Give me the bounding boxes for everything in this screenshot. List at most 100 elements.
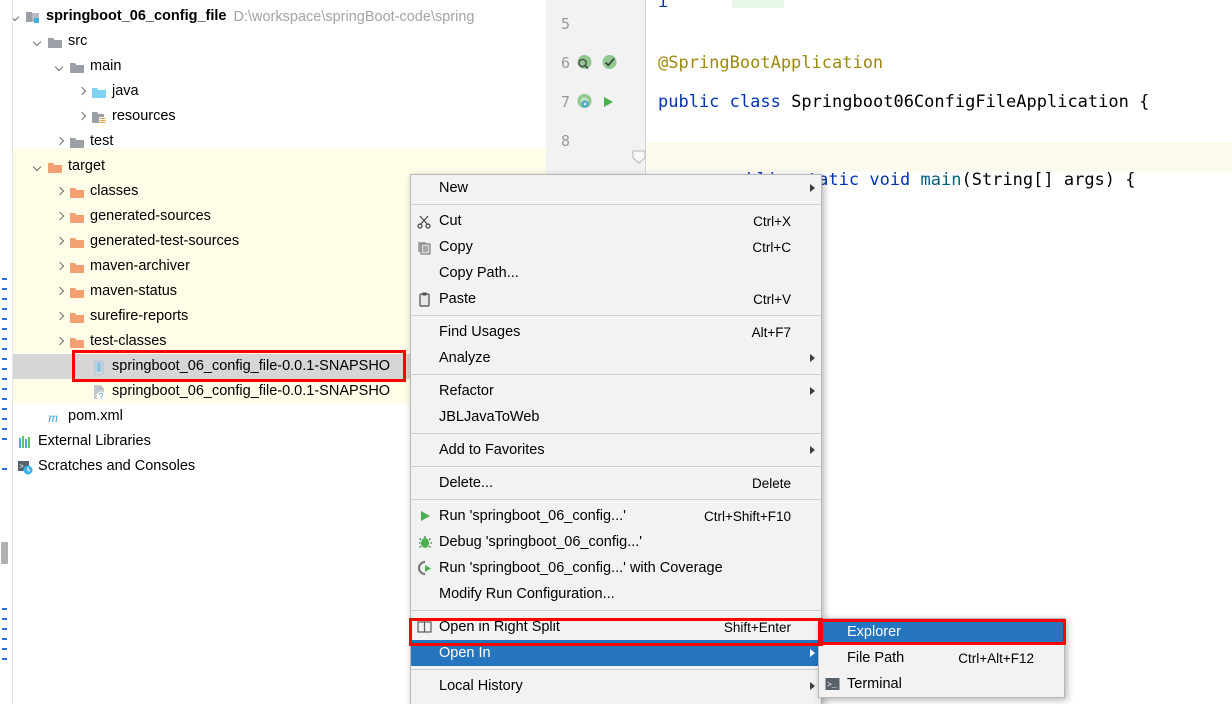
run-green-arrow-icon (601, 95, 615, 109)
copy-icon (417, 240, 432, 255)
split-icon (415, 620, 439, 634)
menu-item-cut[interactable]: Cut Ctrl+X (411, 208, 821, 234)
menu-item-label: Debug 'springboot_06_config...' (439, 534, 803, 550)
menu-item-label: Cut (439, 213, 735, 229)
chevron-down-icon[interactable] (31, 160, 44, 173)
chevron-right-icon[interactable] (53, 335, 66, 348)
menu-item-add-to-favorites[interactable]: Add to Favorites (411, 437, 821, 463)
gutter-line-5[interactable]: 5 (546, 4, 646, 43)
menu-item-reload-from-disk[interactable]: Reload from Disk (411, 699, 821, 704)
tree-row-label: java (112, 84, 139, 99)
scissors-icon (415, 214, 439, 229)
code-fold-handle[interactable] (632, 150, 646, 164)
gutter-line-6[interactable]: 6 (546, 43, 646, 82)
menu-item-modify-run-configuration[interactable]: Modify Run Configuration... (411, 581, 821, 607)
submenu-arrow-icon (803, 446, 821, 454)
svg-text:m: m (48, 411, 58, 425)
context-menu[interactable]: New Cut Ctrl+X Copy Ctrl+C Copy Path...PasteC… (410, 174, 822, 704)
folder-source-blue-icon (91, 84, 107, 100)
menu-item-label: Open In (439, 645, 803, 661)
menu-item-label: Refactor (439, 383, 803, 399)
folder-resources-icon (91, 109, 107, 125)
menu-item-explorer[interactable]: Explorer (819, 619, 1064, 645)
tree-row-resources[interactable]: resources (0, 104, 546, 129)
tree-row-test[interactable]: test (0, 129, 546, 154)
menu-item-jbljavatoweb[interactable]: JBLJavaToWeb (411, 404, 821, 430)
chevron-right-icon[interactable] (53, 235, 66, 248)
menu-item-terminal[interactable]: >_Terminal (819, 671, 1064, 697)
chevron-right-icon[interactable] (53, 135, 66, 148)
menu-separator (411, 374, 821, 375)
debug-bug-icon (418, 535, 432, 549)
menu-item-analyze[interactable]: Analyze (411, 345, 821, 371)
menu-item-paste[interactable]: PasteCtrl+V (411, 286, 821, 312)
chevron-right-icon[interactable] (53, 310, 66, 323)
menu-separator (411, 499, 821, 500)
menu-item-shortcut: Delete (752, 476, 791, 491)
coverage-icon (417, 561, 432, 575)
menu-item-shortcut: Ctrl+C (752, 240, 791, 255)
menu-item-shortcut: Ctrl+X (753, 214, 791, 229)
tree-row-java[interactable]: java (0, 79, 546, 104)
menu-item-delete[interactable]: Delete...Delete (411, 470, 821, 496)
menu-separator (411, 669, 821, 670)
tree-row-springboot-06-config-file[interactable]: springboot_06_config_fileD:\workspace\sp… (0, 4, 546, 29)
folder-orange-icon (69, 259, 85, 275)
scrollbar-thumb[interactable] (1, 542, 8, 564)
menu-item-refactor[interactable]: Refactor (411, 378, 821, 404)
gutter-line-8[interactable]: 8 (546, 121, 646, 160)
tree-row-label: pom.xml (68, 409, 123, 424)
menu-item-label: File Path (847, 650, 940, 666)
chevron-right-icon[interactable] (75, 110, 88, 123)
tree-row-label: surefire-reports (90, 309, 188, 324)
menu-item-shortcut: Alt+F7 (752, 325, 791, 340)
line-number: 8 (546, 132, 570, 150)
menu-item-new[interactable]: New (411, 175, 821, 201)
gutter-icons[interactable] (576, 54, 623, 71)
chevron-right-icon[interactable] (53, 185, 66, 198)
tree-row-label: target (68, 159, 105, 174)
project-path-label: D:\workspace\springBoot-code\spring (233, 9, 474, 25)
menu-item-copy[interactable]: Copy Ctrl+C (411, 234, 821, 260)
tree-row-src[interactable]: src (0, 29, 546, 54)
chevron-down-icon[interactable] (31, 35, 44, 48)
tree-row-label: springboot_06_config_file-0.0.1-SNAPSHO (112, 359, 390, 374)
menu-item-shortcut: Ctrl+Shift+F10 (704, 509, 791, 524)
chevron-right-icon[interactable] (75, 85, 88, 98)
ide-screenshot: springboot_06_config_fileD:\workspace\sp… (0, 0, 1232, 704)
coverage-icon (415, 561, 439, 575)
menu-item-copy-path[interactable]: Copy Path... (411, 260, 821, 286)
menu-item-label: Terminal (847, 676, 1046, 692)
module-icon (25, 9, 41, 25)
folder-orange-icon (69, 209, 85, 225)
chevron-right-icon[interactable] (53, 210, 66, 223)
gutter-icons[interactable] (576, 93, 620, 110)
menu-separator (411, 204, 821, 205)
menu-item-run-springboot-06-config[interactable]: Run 'springboot_06_config...'Ctrl+Shift+… (411, 503, 821, 529)
keyword-public: public (658, 92, 719, 112)
menu-item-open-in-right-split[interactable]: Open in Right SplitShift+Enter (411, 614, 821, 640)
chevron-right-icon[interactable] (53, 285, 66, 298)
chevron-right-icon[interactable] (53, 260, 66, 273)
editor-scroll-strip[interactable] (0, 0, 13, 704)
submenu-arrow-icon (803, 354, 821, 362)
menu-separator (411, 610, 821, 611)
tree-row-main[interactable]: main (0, 54, 546, 79)
menu-item-open-in[interactable]: Open In (411, 640, 821, 666)
gutter-line-7[interactable]: 7 (546, 82, 646, 121)
menu-item-find-usages[interactable]: Find UsagesAlt+F7 (411, 319, 821, 345)
menu-item-run-springboot-06-config-with-coverage[interactable]: Run 'springboot_06_config...' with Cover… (411, 555, 821, 581)
menu-separator (411, 433, 821, 434)
chevron-down-icon[interactable] (53, 60, 66, 73)
tree-no-toggle (75, 360, 88, 373)
menu-item-label: Copy (439, 239, 734, 255)
tree-row-label: test-classes (90, 334, 167, 349)
menu-item-label: Run 'springboot_06_config...' with Cover… (439, 560, 803, 576)
menu-item-file-path[interactable]: File PathCtrl+Alt+F12 (819, 645, 1064, 671)
open-in-submenu[interactable]: ExplorerFile PathCtrl+Alt+F12>_Terminal (818, 618, 1065, 698)
submenu-arrow-icon (803, 387, 821, 395)
paste-icon (415, 292, 439, 307)
menu-item-local-history[interactable]: Local History (411, 673, 821, 699)
menu-item-debug-springboot-06-config[interactable]: Debug 'springboot_06_config...' (411, 529, 821, 555)
keyword-void: void (869, 170, 910, 190)
